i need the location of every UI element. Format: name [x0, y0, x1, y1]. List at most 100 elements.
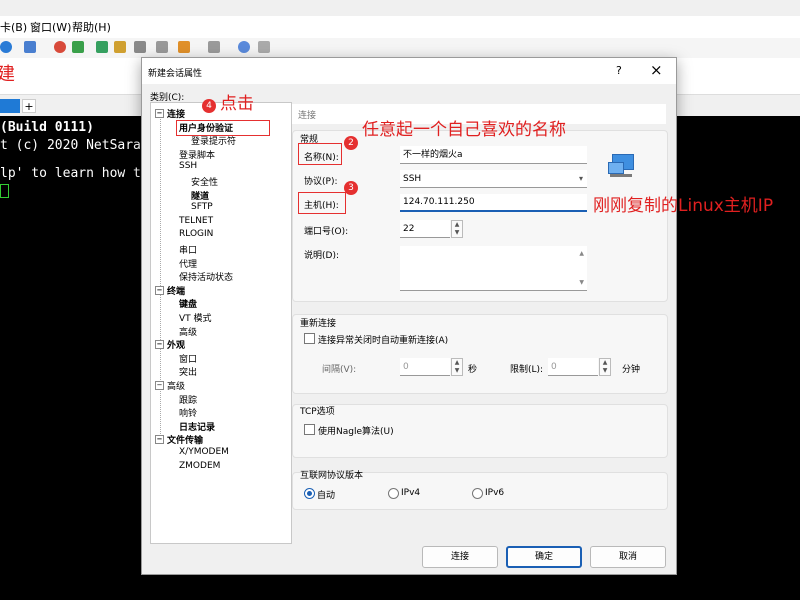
dialog-title: 新建会话属性	[148, 69, 203, 79]
collapse-icon[interactable]: −	[155, 435, 164, 445]
interval-unit: 秒	[468, 365, 478, 375]
lock-icon[interactable]	[114, 41, 126, 53]
app-menubar: 卡(B) 窗口(W) 帮助(H)	[0, 16, 800, 38]
tree-item[interactable]: 串口	[179, 243, 197, 256]
tree-item[interactable]: − 连接	[155, 107, 185, 120]
globe-icon[interactable]	[0, 41, 12, 53]
tree-item[interactable]: − 高级	[155, 379, 186, 392]
collapse-icon[interactable]: −	[155, 381, 164, 390]
expand-icon[interactable]	[96, 41, 108, 53]
ok-button[interactable]: 确定	[506, 546, 582, 568]
menu-item-help[interactable]: 帮助(H)	[72, 19, 111, 35]
tree-item[interactable]: 高级	[179, 325, 197, 338]
help-icon[interactable]	[238, 41, 250, 53]
limit-unit: 分钟	[622, 365, 641, 375]
description-input[interactable]: ▲ ▼	[400, 246, 587, 291]
name-input[interactable]	[400, 146, 587, 164]
tree-item[interactable]: 代理	[179, 257, 197, 270]
tree-item-label: 隧道	[191, 191, 210, 202]
highlight-name	[298, 143, 342, 165]
tree-item[interactable]: 突出	[179, 365, 197, 378]
tree-item[interactable]: − 终端	[155, 284, 185, 297]
step-badge-4: 4	[202, 99, 216, 113]
terminal-line: lp' to learn how to	[0, 166, 149, 181]
interval-input[interactable]: 0	[400, 358, 450, 376]
tcp-label: TCP选项	[300, 407, 335, 417]
step-badge-3: 3	[344, 181, 358, 195]
scroll-down-icon[interactable]: ▼	[579, 279, 584, 286]
port-input[interactable]	[400, 220, 450, 238]
terminal-line: t (c) 2020 NetSaran	[0, 138, 149, 153]
ip-v4-radio[interactable]	[388, 488, 399, 499]
scroll-up-icon[interactable]: ▲	[579, 250, 584, 257]
tree-item-label: 文件传输	[167, 436, 204, 447]
window-icon[interactable]	[208, 41, 220, 53]
reconnect-checkbox[interactable]	[304, 333, 315, 344]
reconnect-icon[interactable]	[54, 41, 66, 53]
new-tab-button[interactable]: +	[22, 99, 36, 113]
tree-item[interactable]: 日志记录	[179, 420, 215, 433]
layout-icon[interactable]	[156, 41, 168, 53]
port-label: 端口号(O):	[304, 227, 349, 237]
collapse-icon[interactable]: −	[155, 109, 164, 118]
tree-item[interactable]: VT 模式	[179, 311, 212, 324]
tree-item[interactable]: SSH	[179, 161, 197, 171]
nagle-checkbox-label: 使用Nagle算法(U)	[318, 427, 394, 437]
port-stepper[interactable]: ▲ ▼	[451, 220, 463, 238]
menu-item-window[interactable]: 窗口(W)	[30, 19, 71, 35]
tree-item[interactable]: 窗口	[179, 352, 197, 365]
tree-item[interactable]: ZMODEM	[179, 461, 220, 471]
app-toolbar	[0, 38, 800, 59]
active-tab[interactable]	[0, 99, 20, 113]
protocol-select[interactable]: SSH ▾	[400, 170, 587, 188]
help-button[interactable]: ?	[616, 64, 622, 77]
close-button[interactable]: ×	[650, 61, 663, 79]
properties-icon[interactable]	[24, 41, 36, 53]
tree-item[interactable]: RLOGIN	[179, 229, 213, 239]
annotation-click: 点击	[220, 94, 254, 114]
reconnect-group	[292, 314, 668, 394]
tree-item[interactable]: TELNET	[179, 216, 213, 226]
ip-v6-radio[interactable]	[472, 488, 483, 499]
tree-item-label: 保持活动状态	[179, 273, 234, 284]
tree-item[interactable]: 登录提示符	[191, 134, 236, 147]
tree-item-label: 登录提示符	[191, 137, 237, 148]
tree-item[interactable]: 键盘	[179, 297, 197, 310]
ip-v6-label: IPv6	[485, 488, 505, 498]
transfer-icon[interactable]	[72, 41, 84, 53]
tree-item[interactable]: 跟踪	[179, 393, 197, 406]
limit-input[interactable]: 0	[548, 358, 598, 376]
connect-button[interactable]: 连接	[422, 546, 498, 568]
more-icon[interactable]	[258, 41, 270, 53]
radio-selected-dot	[307, 491, 312, 496]
protocol-value: SSH	[403, 174, 422, 184]
collapse-icon[interactable]: −	[155, 285, 164, 295]
annotation-host-hint: 刚刚复制的Linux主机IP	[593, 196, 774, 216]
collapse-icon[interactable]: −	[155, 340, 164, 350]
reconnect-checkbox-label: 连接异常关闭时自动重新连接(A)	[318, 336, 449, 346]
tree-item-label: 串口	[179, 246, 198, 256]
nagle-checkbox[interactable]	[304, 424, 315, 435]
host-input[interactable]	[400, 194, 587, 212]
category-tree[interactable]: − 连接 用户身份验证 登录提示符 登录脚本 SSH 安全性 隧道 SFTP TELNET RLOG…	[150, 102, 292, 544]
cancel-button[interactable]: 取消	[590, 546, 666, 568]
limit-stepper[interactable]: ▲ ▼	[599, 358, 611, 376]
tree-item[interactable]: 安全性	[191, 175, 218, 188]
tree-item[interactable]: SFTP	[191, 202, 213, 212]
interval-stepper[interactable]: ▲ ▼	[451, 358, 463, 376]
tree-item[interactable]: 隧道	[191, 189, 209, 202]
menu-item-tab[interactable]: 卡(B)	[0, 19, 27, 35]
tree-item[interactable]: − 外观	[155, 338, 185, 351]
protocol-label: 协议(P):	[304, 177, 338, 187]
ip-auto-radio[interactable]	[304, 488, 315, 499]
chevron-down-icon: ▾	[578, 174, 583, 183]
tree-item[interactable]: 保持活动状态	[179, 270, 233, 283]
folder-icon[interactable]	[178, 41, 190, 53]
tree-item-label: 高级	[167, 382, 186, 392]
tree-item[interactable]: − 文件传输	[155, 433, 204, 447]
limit-label: 限制(L):	[510, 365, 544, 375]
tree-item[interactable]: 响铃	[179, 406, 197, 419]
tree-item[interactable]: 登录脚本	[179, 148, 215, 161]
tree-item[interactable]: X/YMODEM	[179, 447, 229, 457]
keyboard-icon[interactable]	[134, 41, 146, 53]
